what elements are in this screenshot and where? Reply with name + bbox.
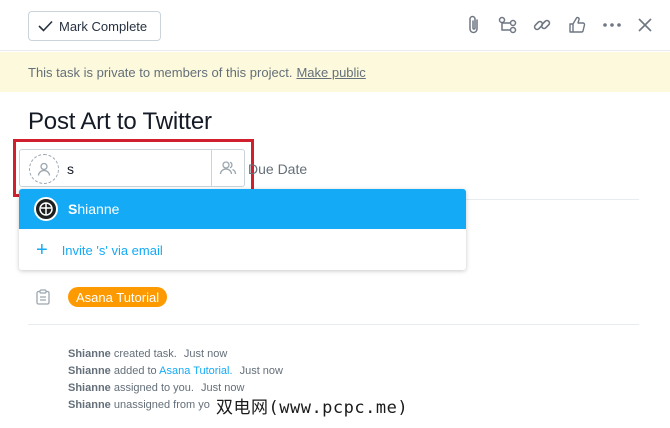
- activity-text: added to: [113, 365, 157, 377]
- privacy-text: This task is private to members of this …: [28, 64, 293, 80]
- check-icon: [38, 20, 53, 32]
- activity-text: created task.: [113, 348, 177, 360]
- mark-complete-label: Mark Complete: [59, 18, 148, 34]
- activity-user[interactable]: Shianne: [68, 399, 111, 411]
- invite-label: Invite 's' via email: [61, 242, 163, 258]
- more-icon[interactable]: [601, 14, 623, 36]
- match-highlight: S: [68, 201, 78, 217]
- assignee-field[interactable]: [19, 149, 245, 187]
- link-icon[interactable]: [531, 14, 553, 36]
- activity-time: Just now: [183, 348, 228, 360]
- task-toolbar: Mark Complete: [0, 0, 670, 51]
- project-row: Asana Tutorial: [36, 286, 168, 308]
- assignee-search-input[interactable]: [67, 158, 207, 180]
- subtask-icon[interactable]: [497, 14, 519, 36]
- project-tag[interactable]: Asana Tutorial: [68, 287, 168, 307]
- task-title[interactable]: Post Art to Twitter: [28, 108, 212, 136]
- invite-via-email-item[interactable]: + Invite 's' via email: [19, 230, 466, 270]
- assignee-dropdown: Shianne + Invite 's' via email: [19, 189, 466, 270]
- close-icon[interactable]: [634, 14, 656, 36]
- activity-time: Just now: [239, 365, 283, 377]
- divider: [28, 324, 639, 325]
- activity-user[interactable]: Shianne: [68, 365, 111, 377]
- collaborators-icon[interactable]: [211, 150, 244, 186]
- activity-item: Shianne added to Asana Tutorial. Just no…: [68, 363, 283, 380]
- privacy-banner: This task is private to members of this …: [0, 52, 670, 92]
- due-date-button[interactable]: Due Date: [248, 161, 307, 177]
- user-avatar: [34, 197, 58, 221]
- activity-text: unassigned from yo: [113, 399, 210, 411]
- make-public-link[interactable]: Make public: [296, 65, 365, 80]
- activity-user[interactable]: Shianne: [68, 348, 111, 360]
- activity-project-link[interactable]: Asana Tutorial.: [159, 365, 232, 377]
- like-icon[interactable]: [566, 14, 588, 36]
- watermark: 双电网(www.pcpc.me): [214, 393, 411, 418]
- activity-text: assigned to you.: [113, 382, 194, 394]
- paperclip-icon[interactable]: [463, 14, 485, 36]
- plus-icon: +: [36, 239, 48, 261]
- empty-avatar-icon: [29, 154, 59, 184]
- activity-item: Shianne created task. Just now: [68, 346, 283, 363]
- activity-user[interactable]: Shianne: [68, 382, 111, 394]
- clipboard-icon: [36, 289, 50, 305]
- user-name-rest: hianne: [77, 201, 120, 217]
- mark-complete-button[interactable]: Mark Complete: [28, 11, 161, 41]
- dropdown-item-shianne[interactable]: Shianne: [19, 189, 466, 229]
